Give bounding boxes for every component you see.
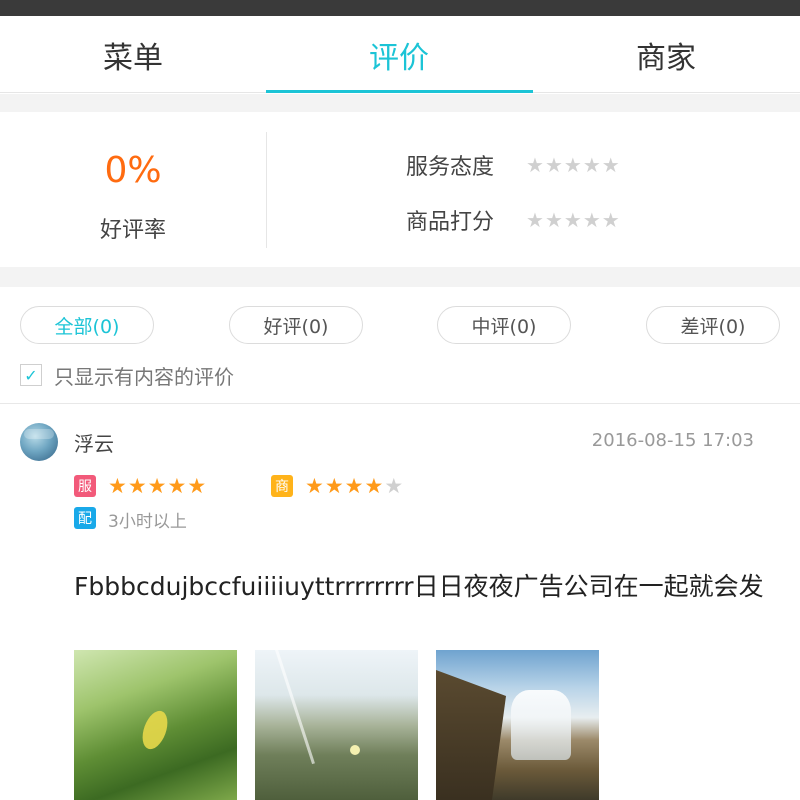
tab-bar: 菜单 评价 商家 xyxy=(0,16,800,93)
summary-divider xyxy=(266,132,267,248)
star-icon: ★ xyxy=(147,474,167,498)
star-icon: ★ xyxy=(563,153,582,177)
checkmark-icon: ✓ xyxy=(24,365,38,385)
filter-good-button[interactable]: 好评(0) xyxy=(229,306,363,344)
star-icon: ★ xyxy=(384,474,404,498)
checkbox[interactable]: ✓ xyxy=(20,364,42,386)
star-icon: ★ xyxy=(344,474,364,498)
review-service-stars: ★ ★ ★ ★ ★ xyxy=(108,476,206,497)
delivery-badge-icon: 配 xyxy=(74,507,96,529)
active-tab-indicator xyxy=(266,90,533,93)
goods-star-rating: ★ ★ ★ ★ ★ xyxy=(526,210,620,230)
delivery-time: 3小时以上 xyxy=(108,512,187,532)
service-star-rating: ★ ★ ★ ★ ★ xyxy=(526,155,620,175)
review-goods-stars: ★ ★ ★ ★ ★ xyxy=(305,476,403,497)
goods-badge-icon: 商 xyxy=(271,475,293,497)
status-bar xyxy=(0,0,800,16)
review-timestamp: 2016-08-15 17:03 xyxy=(591,430,754,451)
service-score-label: 服务态度 xyxy=(406,155,495,180)
star-icon: ★ xyxy=(544,153,563,177)
only-with-content-toggle[interactable]: ✓ 只显示有内容的评价 xyxy=(20,362,234,389)
star-icon: ★ xyxy=(582,208,601,232)
star-icon: ★ xyxy=(127,474,147,498)
star-icon: ★ xyxy=(582,153,601,177)
reviewer-name: 浮云 xyxy=(74,432,114,456)
avatar[interactable] xyxy=(20,423,58,461)
review-photo-3[interactable] xyxy=(436,650,599,800)
section-gap xyxy=(0,267,800,287)
goods-score-label: 商品打分 xyxy=(406,210,495,235)
star-icon: ★ xyxy=(601,153,620,177)
review-photo-1[interactable] xyxy=(74,650,237,800)
good-rate-value: 0% xyxy=(104,150,162,191)
service-score-row: 服务态度 ★ ★ ★ ★ ★ xyxy=(406,150,620,180)
section-gap xyxy=(0,94,800,112)
filter-medium-button[interactable]: 中评(0) xyxy=(437,306,571,344)
star-icon: ★ xyxy=(305,474,324,498)
star-icon: ★ xyxy=(324,474,344,498)
star-icon: ★ xyxy=(526,208,544,232)
star-icon: ★ xyxy=(544,208,563,232)
only-with-content-label: 只显示有内容的评价 xyxy=(54,364,234,389)
service-badge-icon: 服 xyxy=(74,475,96,497)
star-icon: ★ xyxy=(167,474,187,498)
star-icon: ★ xyxy=(187,474,207,498)
tab-reviews[interactable]: 评价 xyxy=(266,16,532,93)
goods-score-row: 商品打分 ★ ★ ★ ★ ★ xyxy=(406,205,620,235)
tab-menu[interactable]: 菜单 xyxy=(0,16,266,93)
star-icon: ★ xyxy=(601,208,620,232)
star-icon: ★ xyxy=(364,474,384,498)
tab-merchant[interactable]: 商家 xyxy=(533,16,799,93)
review-photo-2[interactable] xyxy=(255,650,418,800)
good-rate-label: 好评率 xyxy=(99,218,166,243)
filter-all-button[interactable]: 全部(0) xyxy=(20,306,154,344)
review-text: Fbbbcdujbccfuiiiiuyttrrrrrrrr日日夜夜广告公司在一起… xyxy=(74,572,764,601)
star-icon: ★ xyxy=(563,208,582,232)
star-icon: ★ xyxy=(108,474,127,498)
star-icon: ★ xyxy=(526,153,544,177)
filter-bad-button[interactable]: 差评(0) xyxy=(646,306,780,344)
